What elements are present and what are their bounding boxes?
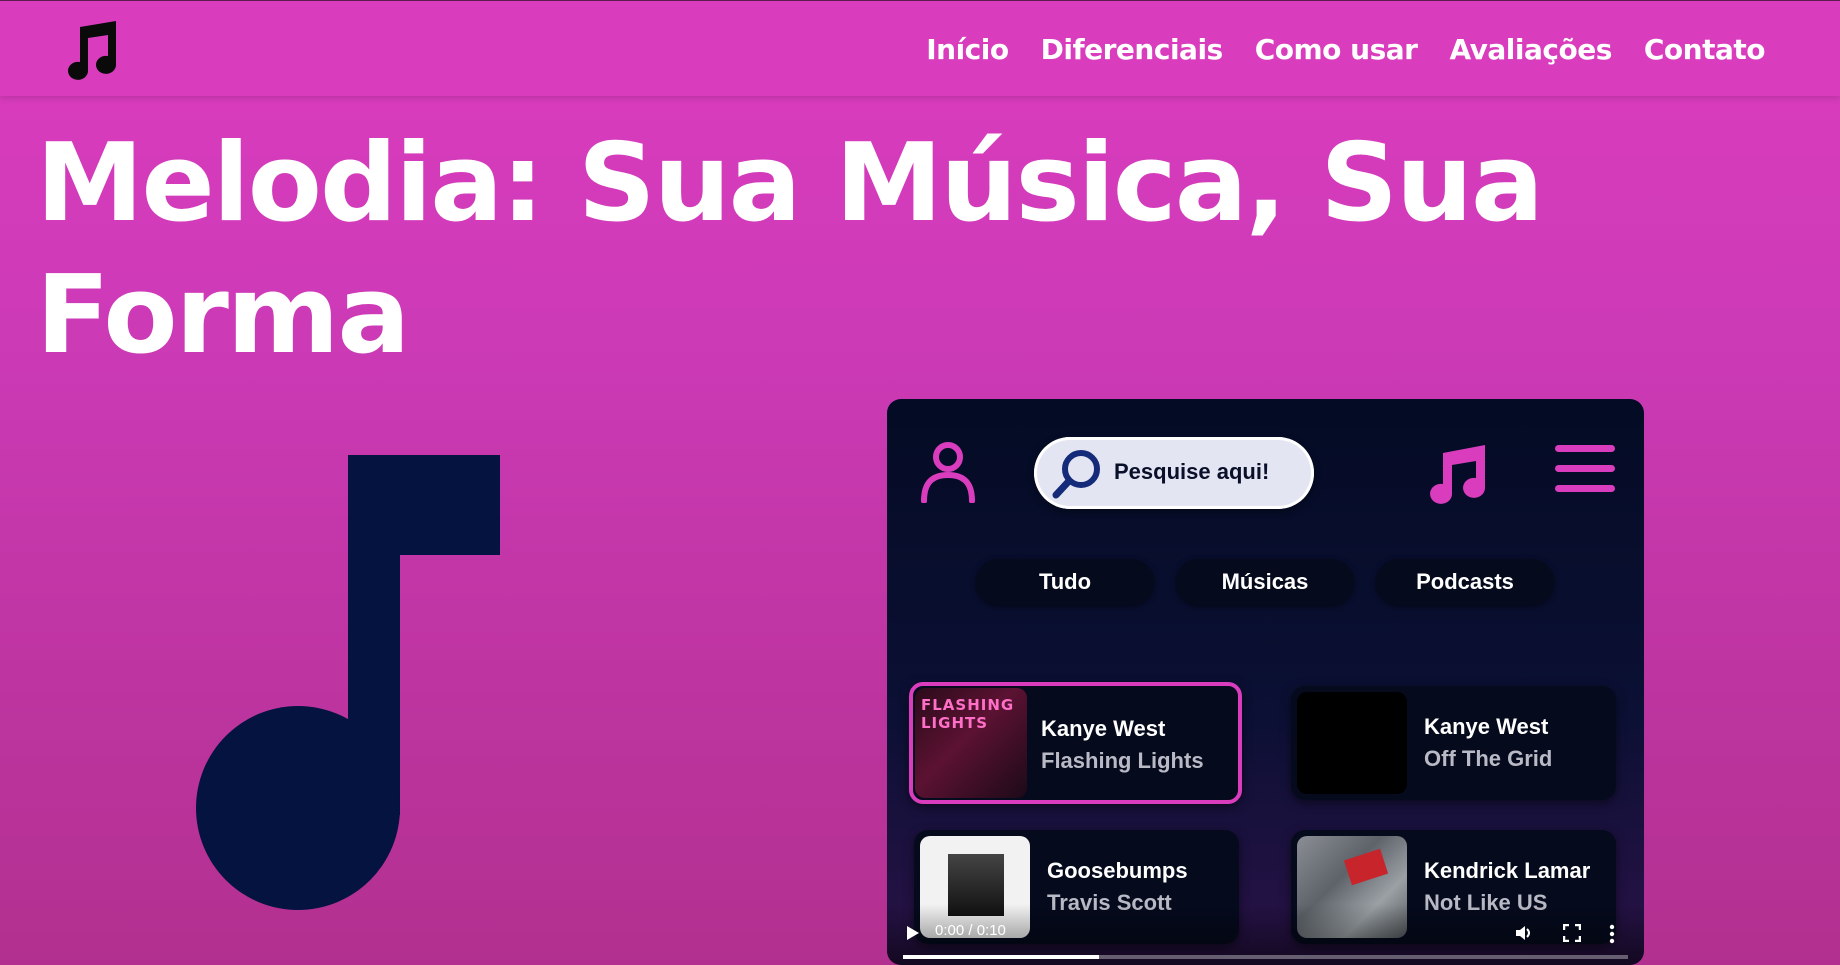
track-title: Flashing Lights bbox=[1041, 748, 1204, 773]
album-art: FLASHING LIGHTS bbox=[915, 688, 1027, 798]
main-nav: Início Diferenciais Como usar Avaliações… bbox=[926, 33, 1765, 66]
track-artist: Kendrick Lamar bbox=[1424, 858, 1591, 883]
video-controls: 0:00 / 0:10 bbox=[887, 904, 1644, 965]
album-art-text: FLASHING LIGHTS bbox=[921, 696, 1015, 732]
music-note-icon[interactable] bbox=[1421, 441, 1487, 505]
search-icon bbox=[1052, 450, 1100, 499]
nav-link-inicio[interactable]: Início bbox=[926, 33, 1009, 66]
track-artist: Kanye West bbox=[1424, 714, 1549, 739]
more-options-icon[interactable] bbox=[1609, 924, 1615, 944]
chip-musicas[interactable]: Músicas bbox=[1176, 559, 1354, 605]
video-progress-bar[interactable] bbox=[903, 955, 1628, 959]
hamburger-menu-icon[interactable] bbox=[1555, 445, 1615, 497]
music-note-icon[interactable] bbox=[58, 21, 122, 85]
hero-title-line-1: Melodia: Sua Música, Sua bbox=[36, 121, 1544, 246]
nav-link-diferenciais[interactable]: Diferenciais bbox=[1041, 33, 1224, 66]
track-title: Off The Grid bbox=[1424, 746, 1553, 771]
app-preview: Pesquise aqui! Tudo Músicas Podcasts FLA… bbox=[887, 399, 1644, 965]
track-card[interactable]: FLASHING LIGHTS Kanye West Flashing Ligh… bbox=[909, 682, 1242, 804]
hero-title-line-2: Forma bbox=[36, 253, 410, 378]
track-title: Goosebumps bbox=[1047, 858, 1188, 883]
video-progress-fill bbox=[903, 955, 1099, 959]
video-time: 0:00 / 0:10 bbox=[935, 922, 1006, 939]
nav-link-contato[interactable]: Contato bbox=[1644, 33, 1766, 66]
track-card[interactable]: Kanye West Off The Grid bbox=[1291, 686, 1616, 800]
volume-icon[interactable] bbox=[1515, 924, 1533, 942]
filter-chips: Tudo Músicas Podcasts bbox=[976, 559, 1554, 605]
play-icon[interactable] bbox=[907, 926, 919, 940]
track-artist: Kanye West bbox=[1041, 716, 1166, 741]
fullscreen-icon[interactable] bbox=[1563, 924, 1581, 942]
music-note-icon bbox=[196, 455, 500, 910]
search-placeholder: Pesquise aqui! bbox=[1114, 459, 1270, 484]
hero-title: Melodia: Sua Música, Sua Forma bbox=[36, 118, 1556, 382]
chip-podcasts[interactable]: Podcasts bbox=[1376, 559, 1554, 605]
nav-link-como-usar[interactable]: Como usar bbox=[1255, 33, 1418, 66]
chip-tudo[interactable]: Tudo bbox=[976, 559, 1154, 605]
search-input[interactable]: Pesquise aqui! bbox=[1034, 437, 1314, 509]
nav-link-avaliacoes[interactable]: Avaliações bbox=[1449, 33, 1612, 66]
album-art bbox=[1297, 692, 1407, 794]
user-icon[interactable] bbox=[920, 441, 976, 503]
top-navbar: Início Diferenciais Como usar Avaliações… bbox=[0, 0, 1840, 96]
